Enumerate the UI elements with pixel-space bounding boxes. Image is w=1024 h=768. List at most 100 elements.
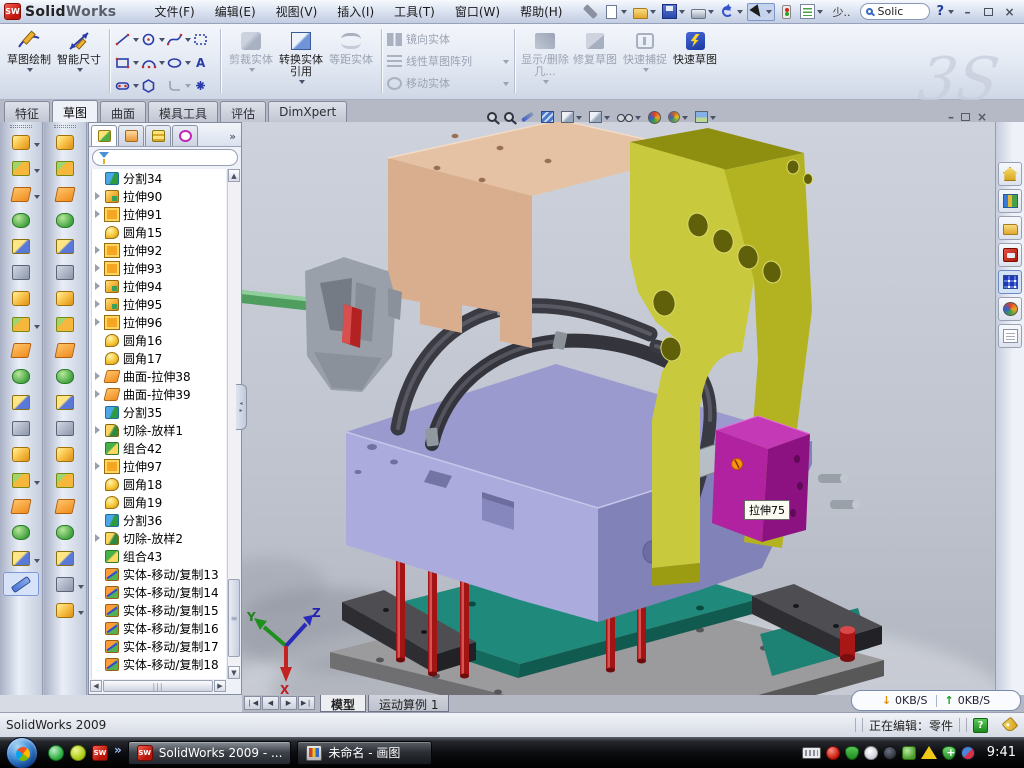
dropdown-caret-icon[interactable]	[34, 559, 40, 566]
nav-prev-button[interactable]: ◀	[262, 696, 279, 710]
expander-icon[interactable]	[94, 318, 104, 326]
dropdown-caret-icon[interactable]	[249, 68, 255, 75]
extruded-boss-icon[interactable]	[3, 130, 39, 154]
command-tab[interactable]: 评估	[220, 101, 266, 122]
rebuild-traffic-light-button[interactable]	[777, 4, 796, 20]
tree-item[interactable]: 分割34	[92, 169, 226, 187]
sync-green-icon[interactable]	[902, 746, 916, 760]
smart-dimension-button[interactable]: 智能尺寸	[54, 26, 104, 75]
ribbon-button[interactable]: 快速草图	[670, 26, 720, 87]
slide-insert[interactable]	[712, 416, 810, 542]
mirror-feature-icon[interactable]	[3, 416, 39, 440]
warning-icon[interactable]	[921, 746, 937, 759]
slot-button[interactable]	[115, 74, 141, 97]
dropdown-caret-icon[interactable]	[817, 10, 823, 17]
reference-geometry-icon[interactable]	[47, 572, 83, 596]
model-viewport-canvas[interactable]: Y Z X	[242, 122, 995, 695]
save-button[interactable]	[660, 3, 687, 20]
nav-first-button[interactable]: ❘◀	[244, 696, 261, 710]
expander-icon[interactable]	[94, 462, 104, 470]
rib-icon[interactable]	[3, 338, 39, 362]
zoom-to-area-button[interactable]	[504, 112, 514, 122]
smart-dimension-caret-icon[interactable]	[77, 68, 83, 75]
command-tab[interactable]: 模具工具	[148, 101, 218, 122]
curve-icon[interactable]	[3, 546, 39, 570]
tree-horizontal-scrollbar[interactable]: ◀ ||| ▶	[90, 680, 226, 693]
view-settings-button[interactable]	[695, 111, 716, 123]
sketch-text-button[interactable]: A	[193, 51, 215, 74]
dropdown-caret-icon[interactable]	[34, 169, 40, 176]
appearances-button[interactable]	[998, 297, 1022, 321]
dropdown-caret-icon[interactable]	[133, 61, 139, 68]
doc-close-button[interactable]: ×	[977, 110, 987, 124]
graphics-area[interactable]: Y Z X	[242, 122, 1024, 695]
panel-overflow-button[interactable]: »	[229, 130, 239, 146]
solidworks-resources-button[interactable]	[998, 162, 1022, 186]
menu-item[interactable]: 文件(F)	[144, 0, 204, 24]
certificate-icon[interactable]	[864, 746, 878, 760]
dropdown-caret-icon[interactable]	[185, 61, 191, 68]
search-input[interactable]: Solic	[860, 3, 930, 20]
linear-pattern-icon[interactable]	[3, 312, 39, 336]
tree-item[interactable]: 拉伸95	[92, 295, 226, 313]
model-tab[interactable]: 运动算例 1	[368, 695, 449, 712]
feature-manager-tab[interactable]	[91, 125, 117, 146]
knit-surface-icon[interactable]	[47, 312, 83, 336]
tree-item[interactable]: 实体-移动/复制18	[92, 655, 226, 673]
tree-item[interactable]: 实体-移动/复制16	[92, 619, 226, 637]
tree-item[interactable]: 圆角16	[92, 331, 226, 349]
tree-item[interactable]: 圆角18	[92, 475, 226, 493]
dropdown-caret-icon[interactable]	[159, 38, 165, 45]
help-button[interactable]: ?	[934, 4, 946, 19]
tree-item[interactable]: 圆角15	[92, 223, 226, 241]
pin-button[interactable]	[581, 3, 600, 20]
dropdown-caret-icon[interactable]	[34, 481, 40, 488]
dropdown-caret-icon[interactable]	[635, 116, 641, 123]
view-palette-button[interactable]	[998, 270, 1022, 294]
model-tab[interactable]: 模型	[320, 695, 366, 712]
select-arrow-button[interactable]	[747, 3, 775, 21]
messenger-icon[interactable]	[48, 745, 64, 761]
extend-surface-icon[interactable]	[47, 442, 83, 466]
dropdown-caret-icon[interactable]	[185, 38, 191, 45]
display-style-button[interactable]	[589, 111, 610, 123]
swept-boss-icon[interactable]	[3, 208, 39, 232]
open-button[interactable]	[631, 4, 658, 20]
reference-geometry-icon[interactable]	[3, 468, 39, 492]
command-tab[interactable]: 草图	[52, 100, 98, 122]
dropdown-caret-icon[interactable]	[133, 38, 139, 45]
curve-icon[interactable]	[47, 598, 83, 622]
taskbar-clock[interactable]: 9:41	[983, 745, 1024, 760]
start-button[interactable]	[6, 737, 38, 768]
dropdown-caret-icon[interactable]	[78, 585, 84, 592]
revolved-surface-icon[interactable]	[47, 156, 83, 180]
sketch-fillet-button[interactable]	[167, 74, 193, 97]
audio-icon[interactable]	[883, 746, 897, 760]
dropdown-caret-icon[interactable]	[708, 10, 714, 17]
dropdown-caret-icon[interactable]	[159, 61, 165, 68]
menu-item[interactable]: 工具(T)	[384, 0, 445, 24]
dropdown-caret-icon[interactable]	[576, 116, 582, 123]
expander-icon[interactable]	[94, 246, 104, 254]
horizontal-scroll-thumb[interactable]: |||	[103, 680, 213, 692]
dropdown-caret-icon[interactable]	[34, 143, 40, 150]
tree-item[interactable]: 实体-移动/复制15	[92, 601, 226, 619]
panel-splitter-handle[interactable]: ◂▸	[236, 384, 247, 430]
dropdown-caret-icon[interactable]	[34, 195, 40, 202]
dropdown-caret-icon[interactable]	[185, 84, 191, 91]
sketch-button[interactable]: 草图绘制	[4, 26, 54, 75]
dropdown-caret-icon[interactable]	[543, 80, 549, 87]
taskbar-window-button[interactable]: 未命名 - 画图	[297, 741, 432, 765]
command-tab[interactable]: 曲面	[100, 101, 146, 122]
tree-item[interactable]: 曲面-拉伸38	[92, 367, 226, 385]
solidworks-quicklaunch-icon[interactable]: SW	[92, 745, 108, 761]
axis-icon[interactable]	[3, 520, 39, 544]
view-tools-button[interactable]	[521, 115, 534, 119]
plane-icon[interactable]	[3, 494, 39, 518]
keyboard-icon[interactable]	[802, 747, 821, 759]
sketch-caret-icon[interactable]	[27, 68, 33, 75]
ribbon-button[interactable]: 转换实体引用	[276, 26, 326, 87]
ellipse-button[interactable]	[167, 51, 193, 74]
dropdown-caret-icon[interactable]	[503, 60, 509, 67]
dropdown-caret-icon[interactable]	[710, 116, 716, 123]
